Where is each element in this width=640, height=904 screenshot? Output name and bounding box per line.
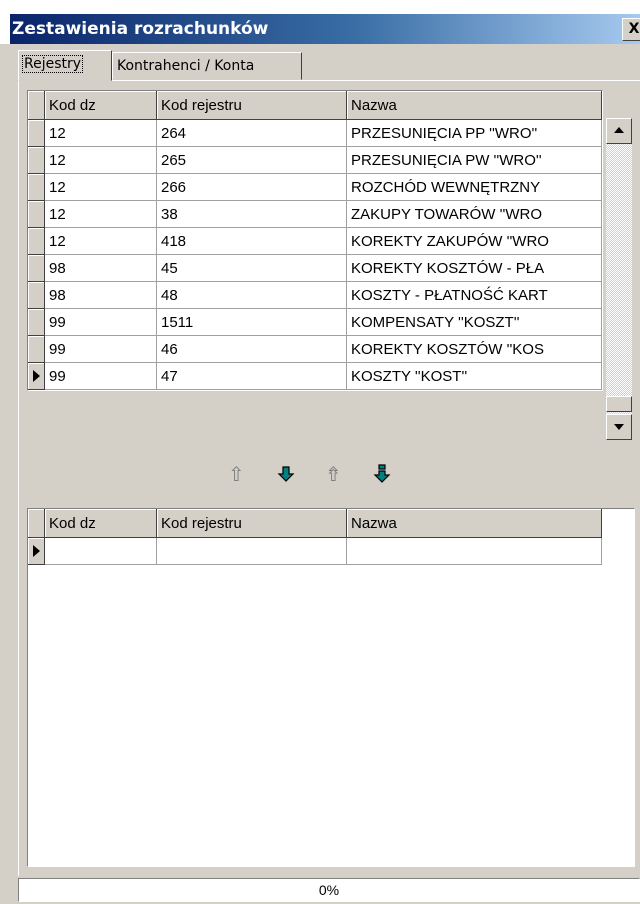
row-indicator[interactable] [28, 281, 45, 309]
outline-up-arrow-icon[interactable]: ⇧ [228, 464, 245, 484]
cell-kod-dz[interactable]: 99 [44, 308, 157, 336]
registers-grid[interactable]: Kod dz Kod rejestru Nazwa 12 264 PRZESUNIĘ… [27, 90, 603, 391]
column-header-kod-dz[interactable]: Kod dz [44, 91, 157, 120]
column-header-nazwa[interactable]: Nazwa [346, 91, 602, 120]
current-row-indicator[interactable] [28, 362, 45, 390]
cell-kod-rejestru[interactable]: 265 [156, 146, 347, 174]
column-header-kod-dz[interactable]: Kod dz [44, 509, 157, 538]
table-row[interactable]: 12 38 ZAKUPY TOWARÓW ''WRO [28, 200, 602, 228]
table-row[interactable]: 12 265 PRZESUNIĘCIA PW ''WRO'' [28, 146, 602, 174]
tab-kontrahenci-label: Kontrahenci / Konta [117, 58, 255, 74]
tab-rejestry[interactable]: Rejestry [18, 50, 112, 81]
table-row[interactable]: 99 46 KOREKTY KOSZTÓW ''KOS [28, 335, 602, 363]
progress-bar: 0% [18, 878, 640, 902]
row-indicator[interactable] [28, 227, 45, 255]
cell-nazwa[interactable]: PRZESUNIĘCIA PP ''WRO'' [346, 119, 602, 147]
cell-nazwa[interactable]: ZAKUPY TOWARÓW ''WRO [346, 200, 602, 228]
cell-nazwa[interactable]: PRZESUNIĘCIA PW ''WRO'' [346, 146, 602, 174]
cell-kod-rejestru[interactable]: 46 [156, 335, 347, 363]
row-indicator[interactable] [28, 200, 45, 228]
transfer-toolbar: ⇧ ⇮ [20, 450, 640, 500]
outline-double-up-arrow-icon[interactable]: ⇮ [325, 464, 342, 484]
cell-nazwa[interactable]: KOSZTY - PŁATNOŚĆ KART [346, 281, 602, 309]
table-row[interactable]: 98 45 KOREKTY KOSZTÓW - PŁA [28, 254, 602, 282]
window-title: Zestawienia rozrachunków [12, 19, 269, 39]
cell-kod-rejestru[interactable]: 418 [156, 227, 347, 255]
tab-kontrahenci-konta[interactable]: Kontrahenci / Konta [112, 52, 302, 80]
grid-header-row: Kod dz Kod rejestru Nazwa [28, 509, 602, 538]
table-row[interactable]: 12 418 KOREKTY ZAKUPÓW ''WRO [28, 227, 602, 255]
column-header-nazwa[interactable]: Nazwa [346, 509, 602, 538]
tab-rejestry-label: Rejestry [21, 55, 84, 73]
progress-text: 0% [318, 882, 340, 898]
row-indicator[interactable] [28, 308, 45, 336]
row-indicator[interactable] [28, 173, 45, 201]
table-row-current[interactable]: 99 47 KOSZTY ''KOST'' [28, 362, 602, 390]
header-indicator-cell [28, 509, 45, 538]
cell-kod-dz[interactable]: 12 [44, 200, 157, 228]
cell-nazwa[interactable]: KOREKTY KOSZTÓW - PŁA [346, 254, 602, 282]
row-indicator[interactable] [28, 254, 45, 282]
scroll-up-button[interactable] [606, 118, 632, 144]
cell-kod-rejestru[interactable]: 47 [156, 362, 347, 390]
cell-kod-rejestru[interactable] [156, 537, 347, 565]
table-row[interactable]: 12 264 PRZESUNIĘCIA PP ''WRO'' [28, 119, 602, 147]
cell-kod-rejestru[interactable]: 48 [156, 281, 347, 309]
title-bar: Zestawienia rozrachunków X [0, 0, 640, 44]
current-row-indicator[interactable] [28, 537, 45, 565]
table-row-empty[interactable] [28, 537, 602, 565]
triangle-down-icon [614, 424, 624, 430]
cell-kod-dz[interactable] [44, 537, 157, 565]
cell-kod-dz[interactable]: 98 [44, 281, 157, 309]
table-row[interactable]: 99 1511 KOMPENSATY ''KOSZT'' [28, 308, 602, 336]
registers-grid-scrollbar[interactable] [606, 118, 632, 440]
cell-kod-dz[interactable]: 99 [44, 362, 157, 390]
current-row-arrow-icon [33, 545, 40, 557]
cell-nazwa[interactable] [346, 537, 602, 565]
cell-kod-dz[interactable]: 99 [44, 335, 157, 363]
cell-kod-dz[interactable]: 12 [44, 146, 157, 174]
cell-nazwa[interactable]: KOMPENSATY ''KOSZT'' [346, 308, 602, 336]
down-arrow-icon[interactable] [276, 464, 296, 487]
current-row-arrow-icon [33, 370, 40, 382]
grid-header-row: Kod dz Kod rejestru Nazwa [28, 91, 602, 120]
column-header-kod-rejestru[interactable]: Kod rejestru [156, 509, 347, 538]
cell-kod-rejestru[interactable]: 45 [156, 254, 347, 282]
cell-kod-dz[interactable]: 12 [44, 119, 157, 147]
row-indicator[interactable] [28, 146, 45, 174]
cell-kod-dz[interactable]: 12 [44, 173, 157, 201]
cell-kod-rejestru[interactable]: 264 [156, 119, 347, 147]
table-row[interactable]: 12 266 ROZCHÓD WEWNĘTRZNY [28, 173, 602, 201]
close-button[interactable]: X [622, 18, 640, 41]
row-indicator[interactable] [28, 119, 45, 147]
table-row[interactable]: 98 48 KOSZTY - PŁATNOŚĆ KART [28, 281, 602, 309]
cell-kod-dz[interactable]: 12 [44, 227, 157, 255]
cell-kod-dz[interactable]: 98 [44, 254, 157, 282]
cell-nazwa[interactable]: KOREKTY KOSZTÓW ''KOS [346, 335, 602, 363]
cell-nazwa[interactable]: KOREKTY ZAKUPÓW ''WRO [346, 227, 602, 255]
column-header-kod-rejestru[interactable]: Kod rejestru [156, 91, 347, 120]
cell-nazwa[interactable]: ROZCHÓD WEWNĘTRZNY [346, 173, 602, 201]
scroll-thumb[interactable] [606, 396, 632, 412]
cell-nazwa[interactable]: KOSZTY ''KOST'' [346, 362, 602, 390]
triangle-up-icon [614, 127, 624, 133]
title-bar-gradient: Zestawienia rozrachunków X [10, 14, 640, 44]
selected-registers-grid[interactable]: Kod dz Kod rejestru Nazwa [27, 508, 635, 867]
cell-kod-rejestru[interactable]: 38 [156, 200, 347, 228]
cell-kod-rejestru[interactable]: 266 [156, 173, 347, 201]
header-indicator-cell [28, 91, 45, 120]
cell-kod-rejestru[interactable]: 1511 [156, 308, 347, 336]
double-down-arrow-icon[interactable] [372, 464, 392, 487]
row-indicator[interactable] [28, 335, 45, 363]
scroll-down-button[interactable] [606, 414, 632, 440]
